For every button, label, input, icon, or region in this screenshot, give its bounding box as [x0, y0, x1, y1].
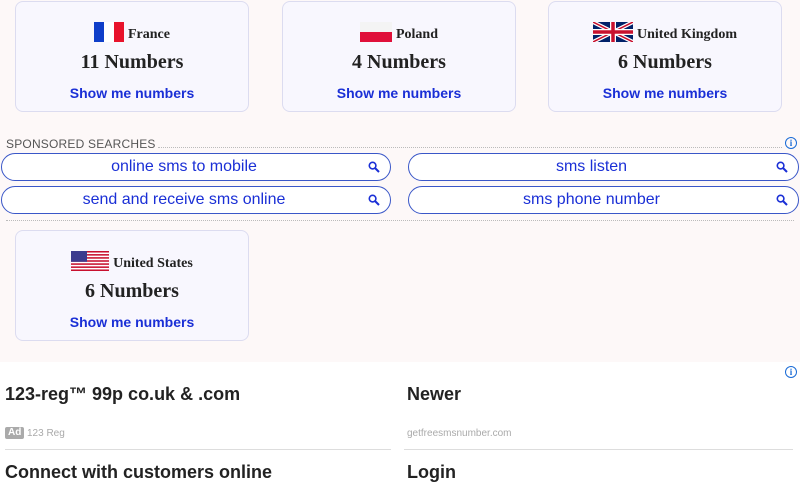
ad-title-left-2[interactable]: Connect with customers online — [5, 462, 272, 483]
france-flag-icon — [94, 22, 124, 47]
divider — [404, 449, 793, 450]
card-header: Poland — [283, 22, 515, 47]
country-card-poland[interactable]: Poland 4 Numbers Show me numbers — [282, 1, 516, 112]
ad-source-right[interactable]: getfreesmsnumber.com — [407, 428, 512, 439]
ad-source-left[interactable]: 123 Reg — [27, 428, 65, 439]
card-header: United States — [16, 251, 248, 276]
search-term: send and receive sms online — [82, 191, 286, 208]
search-term: sms phone number — [523, 191, 660, 208]
card-header: United Kingdom — [549, 20, 781, 47]
sponsored-search-4[interactable]: sms phone number — [408, 186, 799, 214]
search-icon — [776, 194, 788, 206]
divider — [6, 220, 794, 221]
search-icon — [776, 161, 788, 173]
sponsored-search-1[interactable]: online sms to mobile — [1, 153, 391, 181]
number-count: 11 Numbers — [80, 51, 184, 73]
country-card-france[interactable]: France 11 Numbers Show me numbers — [15, 1, 249, 112]
show-numbers-link[interactable]: Show me numbers — [283, 85, 515, 101]
number-count: 4 Numbers — [352, 51, 446, 73]
search-icon — [368, 161, 380, 173]
country-card-us[interactable]: United States 6 Numbers Show me numbers — [15, 230, 249, 341]
ad-title-right-2[interactable]: Login — [407, 462, 456, 483]
ad-title-right[interactable]: Newer — [407, 384, 461, 405]
ad-title-left[interactable]: 123-reg™ 99p co.uk & .com — [5, 384, 240, 405]
divider — [5, 449, 391, 450]
show-numbers-link[interactable]: Show me numbers — [16, 85, 248, 101]
number-count: 6 Numbers — [85, 280, 179, 302]
divider — [158, 147, 782, 148]
country-name: United Kingdom — [637, 26, 737, 42]
search-icon — [368, 194, 380, 206]
poland-flag-icon — [359, 22, 392, 47]
number-count: 6 Numbers — [618, 51, 712, 73]
card-header: France — [16, 22, 248, 47]
us-flag-icon — [71, 251, 110, 276]
info-icon[interactable]: i — [785, 366, 797, 378]
country-card-uk[interactable]: United Kingdom 6 Numbers Show me numbers — [548, 1, 782, 112]
sponsored-search-3[interactable]: send and receive sms online — [1, 186, 391, 214]
ad-badge: Ad — [5, 427, 25, 439]
sponsored-search-2[interactable]: sms listen — [408, 153, 799, 181]
country-name: United States — [113, 255, 193, 271]
country-name: France — [128, 26, 170, 42]
search-term: sms listen — [555, 158, 628, 175]
country-name: Poland — [395, 26, 438, 42]
uk-flag-icon — [592, 20, 634, 47]
search-term: online sms to mobile — [111, 158, 257, 175]
show-numbers-link[interactable]: Show me numbers — [549, 85, 781, 101]
show-numbers-link[interactable]: Show me numbers — [16, 314, 248, 330]
info-icon[interactable]: i — [785, 137, 797, 149]
sponsored-searches-label: SPONSORED SEARCHES — [6, 137, 156, 151]
